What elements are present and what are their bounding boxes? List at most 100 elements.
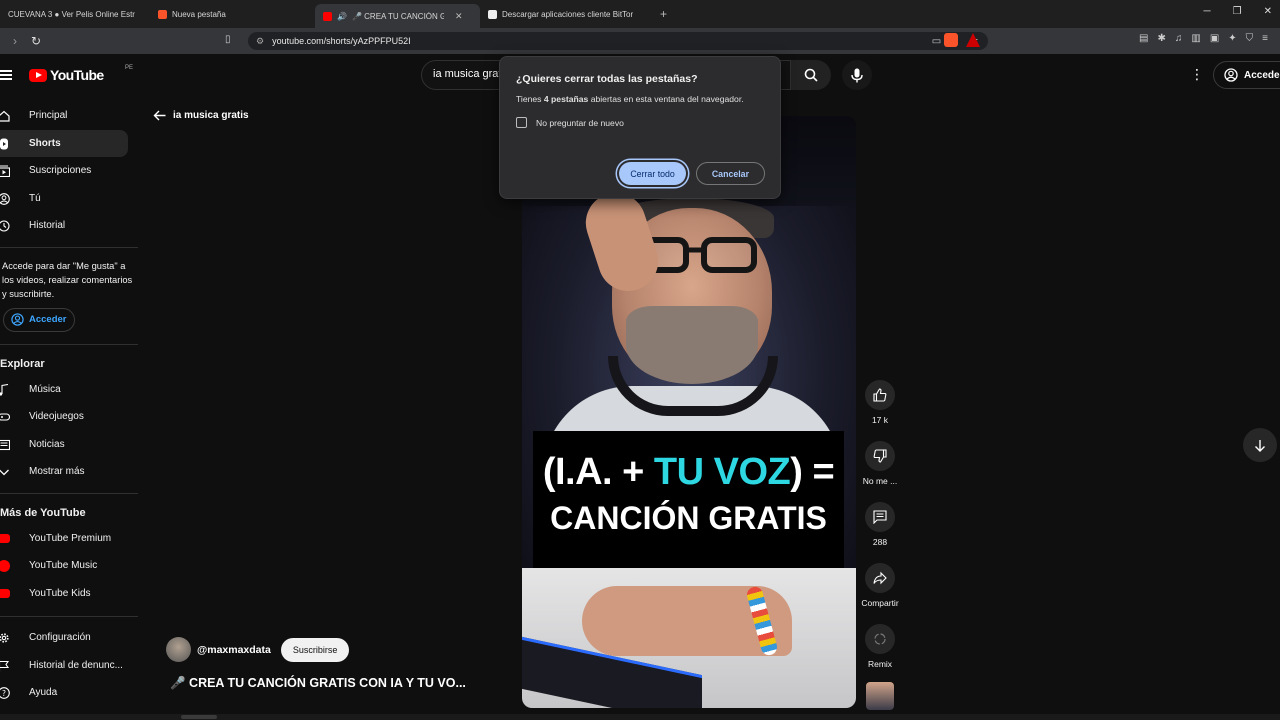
reload-icon[interactable]: ↻ [25, 34, 47, 48]
scrollbar-thumb[interactable] [181, 715, 217, 719]
sidebar-item-youtube-music[interactable]: YouTube Music [0, 552, 138, 580]
tab-new-tab[interactable]: Nueva pestaña [150, 3, 315, 25]
tab-cuevana[interactable]: CUEVANA 3 ● Ver Pelis Online Estr [0, 3, 150, 25]
close-window-icon[interactable]: ✕ [1264, 6, 1272, 17]
more-options-icon[interactable]: ⋮ [1190, 67, 1204, 81]
share-action: Compartir [858, 563, 902, 624]
extensions-icon[interactable]: ✱ [1157, 33, 1165, 44]
sidebar-item-tu[interactable]: Tú [0, 185, 138, 213]
dislike-button[interactable] [865, 441, 895, 471]
video-title[interactable]: 🎤 CREA TU CANCIÓN GRATIS CON IA Y TU VO.… [170, 676, 466, 691]
new-tab-button[interactable]: + [652, 7, 675, 21]
url-field[interactable]: ⚙ youtube.com/shorts/yAzPPFPU52I ▭ ⇪ ⇆ [248, 32, 988, 50]
sidebar-divider [0, 343, 138, 345]
sidebar-divider [0, 616, 138, 617]
youtube-kids-icon [0, 588, 10, 598]
sidebar-item-noticias[interactable]: Noticias [0, 431, 138, 459]
back-to-search[interactable]: ia musica gratis [153, 110, 249, 121]
like-button[interactable] [865, 380, 895, 410]
sidebar-divider [0, 492, 138, 494]
tab-label: Descargar aplicaciones cliente BitTor [502, 9, 634, 19]
channel-handle[interactable]: @maxmaxdata [197, 644, 271, 656]
sidebar-item-suscripciones[interactable]: Suscripciones [0, 157, 138, 185]
dialog-body: Tienes 4 pestañas abiertas en esta venta… [516, 94, 744, 104]
sidebar-item-ayuda[interactable]: ? Ayuda [0, 679, 138, 707]
back-arrow-icon [153, 110, 166, 121]
audio-source-thumbnail[interactable] [866, 682, 894, 710]
comments-button[interactable] [865, 502, 895, 532]
share-label: Compartir [861, 598, 899, 608]
menu-icon[interactable]: ≡ [1262, 33, 1268, 44]
sidebar-item-youtube-kids[interactable]: YouTube Kids [0, 580, 138, 608]
youtube-play-logo-icon [29, 68, 47, 82]
hamburger-menu-icon[interactable] [0, 70, 12, 80]
speaker-icon[interactable]: 🔊 [337, 12, 347, 21]
share-arrow-icon [873, 571, 887, 585]
media-icon[interactable]: ♫ [1175, 33, 1183, 44]
tab-bittorrent[interactable]: Descargar aplicaciones cliente BitTor [480, 3, 652, 25]
sidebar-item-configuracion[interactable]: Configuración [0, 624, 138, 652]
sidebar-item-shorts[interactable]: Shorts [0, 129, 128, 157]
search-button[interactable] [791, 60, 831, 90]
bookmark-icon[interactable]: ▯ [225, 34, 231, 45]
sidebar-item-youtube-premium[interactable]: YouTube Premium [0, 525, 138, 553]
sidebar-item-principal[interactable]: Principal [0, 102, 138, 130]
shorts-icon [0, 138, 8, 149]
more-from-youtube-heading: Más de YouTube [0, 506, 86, 519]
comments-action: 288 [858, 502, 902, 563]
dialog-title: ¿Quieres cerrar todas las pestañas? [516, 73, 698, 85]
arrow-down-icon [1255, 439, 1265, 452]
signin-note: Accede para dar "Me gusta" a los videos,… [2, 260, 133, 299]
sidebar-icon[interactable]: ▤ [1139, 33, 1148, 44]
tab-label: Nueva pestaña [172, 9, 226, 19]
minimize-icon[interactable]: ─ [1204, 6, 1211, 17]
sidebar-item-mostrar-mas[interactable]: Mostrar más [0, 458, 138, 486]
chevron-down-icon [0, 469, 9, 476]
tab-label: CUEVANA 3 ● Ver Pelis Online Estr [8, 9, 135, 19]
dont-ask-again[interactable]: No preguntar de nuevo [516, 117, 764, 128]
tab-close-icon[interactable]: ✕ [455, 11, 463, 22]
wallet-icon[interactable]: ▣ [1210, 33, 1219, 44]
forward-icon[interactable]: › [4, 34, 26, 48]
search-icon [804, 68, 818, 82]
shorts-video-player[interactable]: (I.A. + TU VOZ) = CANCIÓN GRATIS [522, 116, 856, 708]
maximize-icon[interactable]: ❐ [1233, 6, 1242, 17]
comment-icon [873, 510, 887, 524]
tab-label: 🎤 CREA TU CANCIÓN GRAT [351, 11, 444, 21]
sidebar-item-videojuegos[interactable]: Videojuegos [0, 403, 138, 431]
account-icon [11, 313, 24, 326]
close-all-button[interactable]: Cerrar todo [619, 162, 686, 185]
cast-icon[interactable]: ▭ [932, 36, 941, 47]
share-button[interactable] [865, 563, 895, 593]
sidebar-signin-button[interactable]: Acceder [3, 307, 75, 332]
site-info-icon[interactable]: ⚙ [256, 36, 264, 47]
avatar[interactable] [166, 637, 191, 662]
remix-button[interactable] [865, 624, 895, 654]
news-icon [0, 439, 10, 450]
close-all-tabs-dialog: ¿Quieres cerrar todas las pestañas? Tien… [499, 56, 781, 199]
cancel-button[interactable]: Cancelar [695, 162, 765, 185]
explore-heading: Explorar [0, 357, 45, 370]
leo-icon[interactable]: ✦ [1228, 33, 1236, 44]
vpn-icon[interactable]: ⛉ [1246, 33, 1254, 44]
browser-tab-bar: CUEVANA 3 ● Ver Pelis Online Estr Nueva … [0, 0, 1280, 28]
toolbar-icons: ▤ ✱ ♫ ▥ ▣ ✦ ⛉ ≡ [1139, 33, 1268, 44]
remix-action: Remix [858, 624, 902, 685]
youtube-logo[interactable]: YouTube PE [29, 65, 133, 83]
remix-label: Remix [867, 659, 893, 669]
tab-youtube-active[interactable]: 🔊 🎤 CREA TU CANCIÓN GRAT ✕ [315, 4, 480, 28]
brave-shields-icon[interactable] [944, 33, 958, 47]
sidebar-item-historial[interactable]: Historial [0, 212, 138, 240]
signin-button[interactable]: Acceder [1213, 61, 1280, 89]
next-short-button[interactable] [1243, 428, 1277, 462]
dont-ask-again-checkbox[interactable] [516, 117, 527, 128]
subscribe-button[interactable]: Suscribirse [280, 637, 350, 662]
sidebar-item-musica[interactable]: Música [0, 376, 138, 404]
voice-search-button[interactable] [842, 60, 872, 90]
caption-line-2: CANCIÓN GRATIS [550, 500, 827, 536]
sidebar-item-historial-denuncias[interactable]: Historial de denunc... [0, 652, 138, 680]
shorts-action-rail: 17 k No me ... 288 Compartir Remix [858, 380, 902, 685]
split-icon[interactable]: ▥ [1191, 33, 1200, 44]
sidebar-divider [0, 246, 138, 248]
bittorrent-favicon-icon [488, 9, 497, 19]
